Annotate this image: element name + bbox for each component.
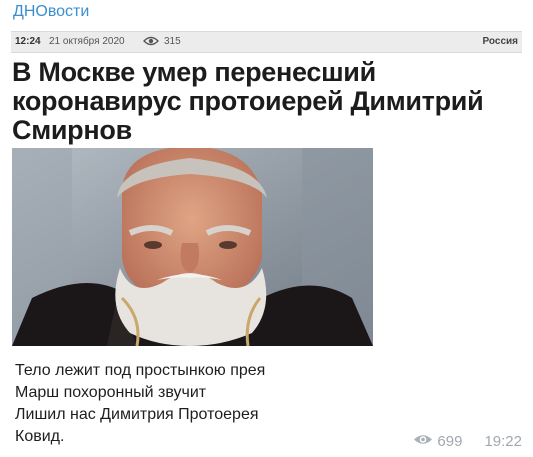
caption-line: Марш похоронный звучит	[15, 384, 207, 401]
article-headline: В Москве умер перенесший коронавирус про…	[12, 57, 484, 145]
caption-line: Тело лежит под простынкою прея	[15, 362, 266, 379]
post-views: 699	[437, 433, 463, 450]
region-label[interactable]: Россия	[482, 36, 518, 47]
publish-time: 12:24	[15, 36, 41, 47]
post-caption: Тело лежит под простынкою прея Марш похо…	[15, 360, 375, 448]
post-footer: 699 19:22	[413, 433, 522, 450]
caption-line: Лишил нас Димитрия Протоерея	[15, 406, 259, 423]
article-photo[interactable]	[12, 148, 373, 346]
post-time: 19:22	[484, 433, 522, 450]
article-views: 315	[164, 36, 181, 47]
article-meta-bar: 12:24 21 октября 2020 315 Россия	[11, 31, 522, 53]
channel-title[interactable]: ДНОвости	[13, 3, 89, 21]
eye-icon	[143, 36, 159, 49]
caption-line: Ковид.	[15, 428, 65, 445]
eye-icon	[413, 433, 433, 450]
publish-date: 21 октября 2020	[49, 36, 125, 47]
